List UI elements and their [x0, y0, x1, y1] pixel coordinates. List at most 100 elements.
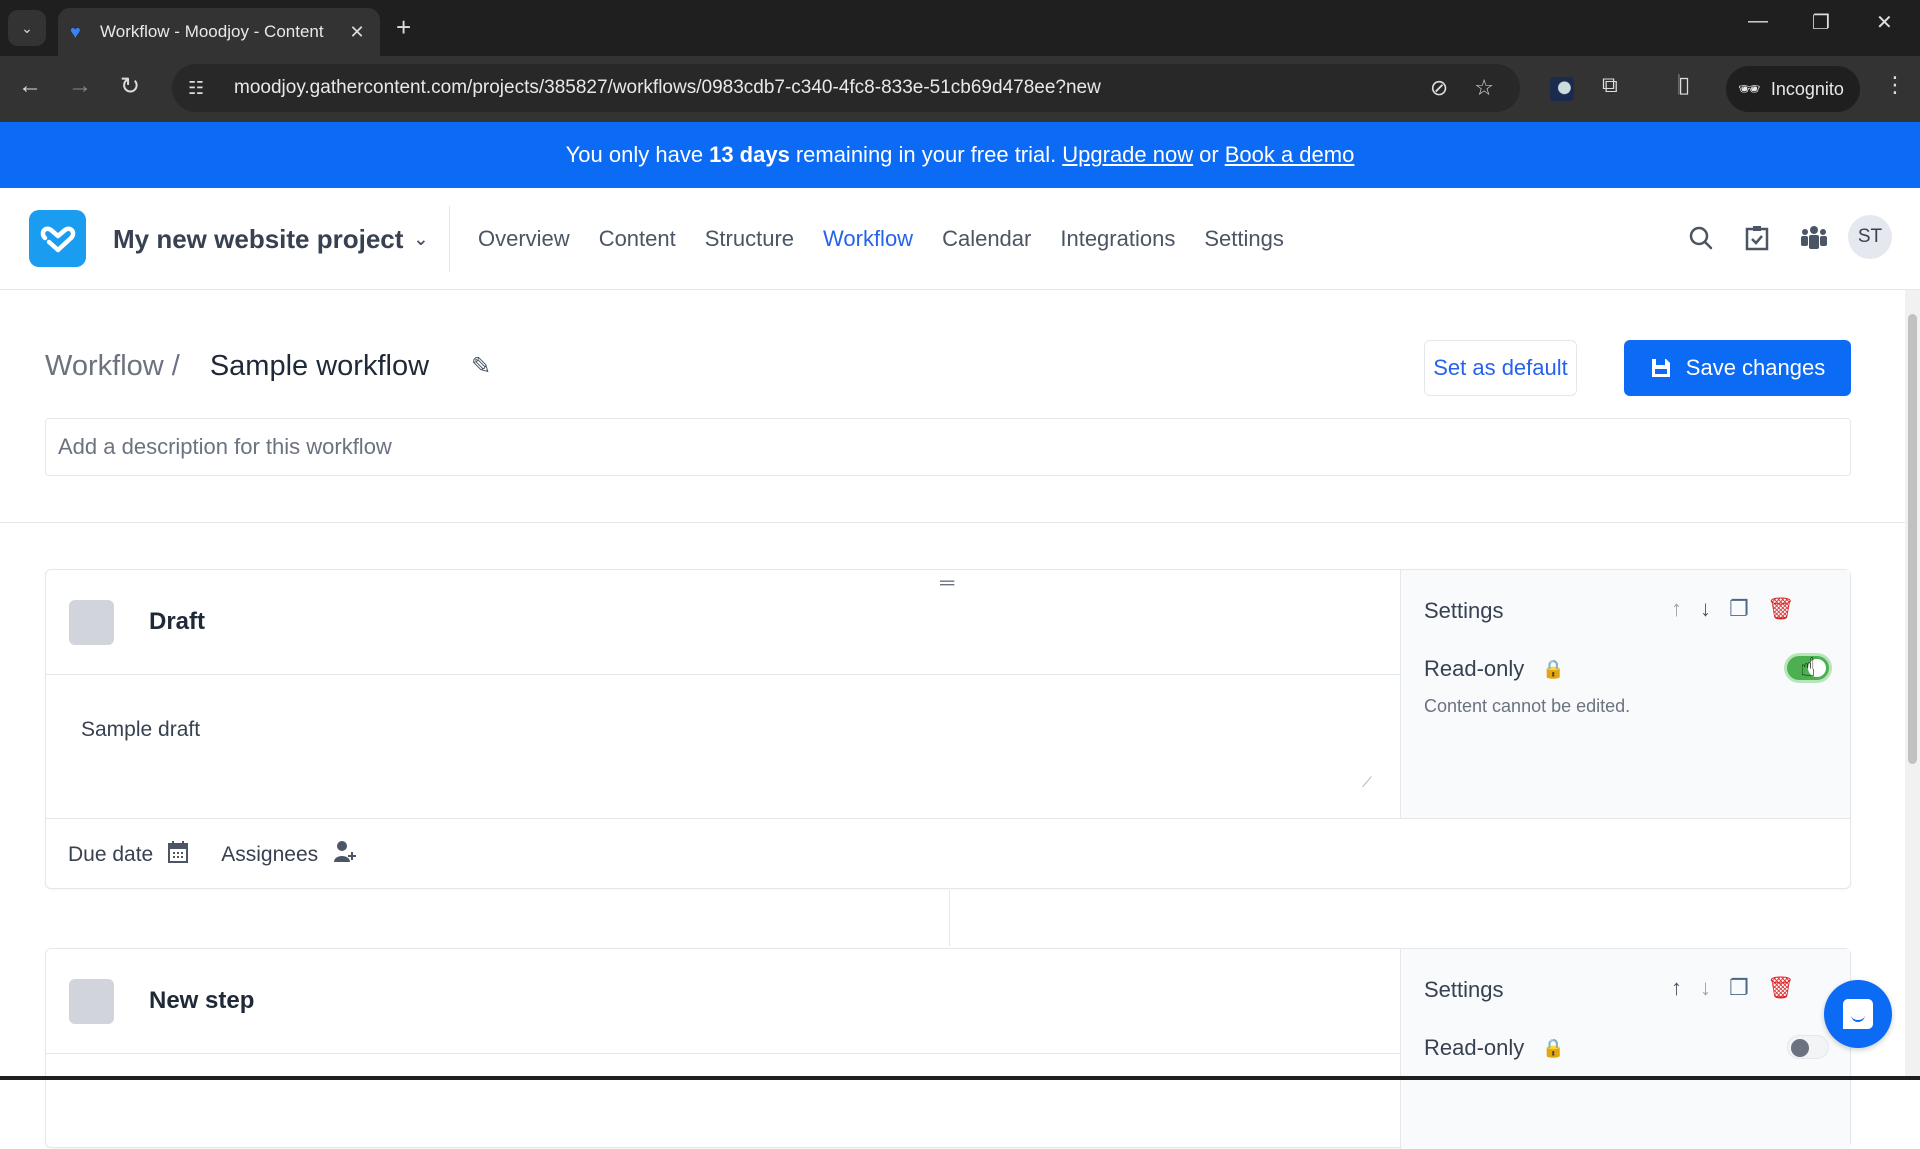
duplicate-icon[interactable]: ❐ — [1729, 975, 1749, 1001]
incognito-icon: 🕶 — [1738, 78, 1761, 99]
minimize-button[interactable]: — — [1748, 10, 1768, 33]
workflow-editor: Workflow / Sample workflow ✎ Set as defa… — [0, 290, 1905, 1149]
floppy-disk-icon — [1651, 359, 1670, 377]
chevron-down-icon: ⌄ — [21, 19, 33, 36]
toggle-knob — [1791, 1039, 1809, 1057]
pencil-icon[interactable]: ✎ — [471, 352, 491, 381]
banner-middle: remaining in your free trial. — [795, 142, 1057, 167]
extension-icon[interactable] — [1550, 77, 1574, 101]
step-settings-panel: Settings ↑ ↓ ❐ 🗑 Read-only 🔒 Content can… — [1400, 570, 1850, 818]
header-divider — [449, 206, 450, 272]
book-demo-link[interactable]: Book a demo — [1225, 142, 1355, 168]
reload-button[interactable]: ↻ — [120, 72, 140, 101]
read-only-setting: Read-only 🔒 — [1424, 656, 1565, 682]
upgrade-now-link[interactable]: Upgrade now — [1062, 142, 1193, 168]
move-up-arrow-icon[interactable]: ↑ — [1671, 975, 1682, 1001]
tasks-clipboard-icon[interactable] — [1744, 225, 1770, 258]
resize-handle-icon[interactable]: ⟋ — [1362, 774, 1372, 791]
back-arrow-icon: ← — [18, 72, 42, 99]
forward-button[interactable]: → — [68, 72, 92, 100]
main-nav: Overview Content Structure Workflow Cale… — [478, 226, 1284, 252]
step-name[interactable]: Draft — [149, 608, 205, 636]
incognito-label: Incognito — [1770, 78, 1844, 99]
star-icon[interactable]: ☆ — [1474, 75, 1494, 101]
project-name: My new website project — [113, 224, 404, 254]
eye-off-icon[interactable]: ⊘ — [1430, 75, 1448, 101]
step-actions: ↑ ↓ ❐ 🗑 — [1671, 596, 1795, 622]
nav-calendar[interactable]: Calendar — [942, 226, 1031, 252]
nav-workflow[interactable]: Workflow — [823, 226, 913, 252]
step-color-swatch[interactable] — [69, 979, 114, 1024]
back-button[interactable]: ← — [18, 72, 42, 100]
drag-handle-icon[interactable]: ═ — [940, 572, 954, 595]
puzzle-icon[interactable]: ⧉ — [1602, 72, 1618, 98]
new-tab-button[interactable]: + — [396, 12, 411, 43]
gathercontent-logo[interactable] — [29, 210, 86, 267]
trash-icon[interactable]: 🗑 — [1767, 975, 1795, 1001]
step-footer: Due date Assignees — [68, 840, 374, 870]
step-color-swatch[interactable] — [69, 600, 114, 645]
page-title: Sample workflow — [209, 350, 430, 382]
nav-overview[interactable]: Overview — [478, 226, 570, 252]
close-window-button[interactable]: ✕ — [1876, 10, 1893, 35]
logo-heart-icon — [40, 226, 75, 252]
read-only-hint: Content cannot be edited. — [1424, 696, 1631, 716]
breadcrumb-workflow-link[interactable]: Workflow / — [45, 350, 180, 383]
banner-days: 13 days — [709, 142, 790, 167]
step-settings-panel: Settings ↑ ↓ ❐ 🗑 Read-only 🔒 — [1400, 949, 1850, 1149]
nav-integrations[interactable]: Integrations — [1060, 226, 1175, 252]
taskbar-edge — [0, 1076, 1920, 1080]
page-scrollbar[interactable] — [1905, 290, 1920, 1080]
browser-tab[interactable]: ♥ Workflow - Moodjoy - Content ✕ — [58, 8, 380, 56]
due-date-label[interactable]: Due date — [68, 843, 153, 867]
kebab-menu-icon[interactable]: ⋮ — [1884, 72, 1906, 98]
read-only-toggle[interactable] — [1787, 1035, 1829, 1059]
nav-structure[interactable]: Structure — [705, 226, 794, 252]
browser-tab-bar: ⌄ ♥ Workflow - Moodjoy - Content ✕ + — ❐… — [0, 0, 1920, 56]
user-avatar[interactable]: ST — [1848, 215, 1892, 259]
chat-launcher-button[interactable] — [1824, 980, 1892, 1048]
breadcrumb: Workflow / Sample workflow ✎ — [45, 350, 491, 383]
side-panel-icon[interactable]: ▯ — [1678, 72, 1690, 98]
set-as-default-button[interactable]: Set as default — [1424, 340, 1577, 396]
add-user-icon[interactable] — [332, 840, 357, 870]
save-changes-button[interactable]: Save changes — [1624, 340, 1851, 396]
scrollbar-thumb[interactable] — [1908, 314, 1917, 764]
settings-title: Settings — [1424, 598, 1504, 623]
workflow-description-input[interactable]: Add a description for this workflow — [45, 418, 1851, 476]
trash-icon[interactable]: 🗑 — [1767, 596, 1795, 622]
banner-prefix: You only have — [565, 142, 704, 167]
restore-button[interactable]: ❐ — [1812, 10, 1830, 35]
step-connector — [949, 890, 950, 946]
move-up-arrow-icon[interactable]: ↑ — [1671, 596, 1682, 622]
banner-or: or — [1199, 142, 1219, 167]
move-down-arrow-icon[interactable]: ↓ — [1700, 975, 1711, 1001]
save-changes-label: Save changes — [1685, 355, 1826, 380]
duplicate-icon[interactable]: ❐ — [1729, 596, 1749, 622]
nav-settings[interactable]: Settings — [1204, 226, 1284, 252]
step-description-input[interactable]: Sample draft — [81, 718, 200, 742]
lock-icon: 🔒 — [1542, 1037, 1565, 1058]
plus-icon: + — [396, 12, 412, 42]
assignees-label[interactable]: Assignees — [221, 843, 318, 867]
close-tab-icon[interactable]: ✕ — [346, 22, 368, 43]
calendar-icon[interactable] — [167, 840, 189, 870]
team-icon[interactable] — [1800, 225, 1828, 258]
tune-icon[interactable]: ☷ — [188, 78, 214, 99]
nav-content[interactable]: Content — [599, 226, 676, 252]
incognito-indicator[interactable]: 🕶 Incognito — [1726, 66, 1860, 112]
step-name[interactable]: New step — [149, 987, 254, 1015]
section-divider — [0, 522, 1905, 523]
chevron-down-icon: ⌄ — [413, 229, 429, 249]
workflow-step-new: New step Settings ↑ ↓ ❐ 🗑 Read-only 🔒 — [45, 948, 1851, 1149]
move-down-arrow-icon[interactable]: ↓ — [1700, 596, 1711, 622]
address-bar[interactable]: ☷ moodjoy.gathercontent.com/projects/385… — [172, 64, 1520, 112]
search-icon[interactable] — [1688, 225, 1714, 258]
tab-title: Workflow - Moodjoy - Content — [100, 22, 324, 41]
tab-search-button[interactable]: ⌄ — [8, 10, 46, 46]
chat-bubble-icon — [1843, 999, 1873, 1029]
hand-cursor-icon: ☝ — [1800, 652, 1816, 682]
workflow-step-draft: ═ Draft Sample draft ⟋ Due date Assignee… — [45, 569, 1851, 889]
url-text[interactable]: moodjoy.gathercontent.com/projects/38582… — [234, 77, 1430, 99]
project-switcher[interactable]: My new website project ⌄ — [113, 224, 429, 255]
